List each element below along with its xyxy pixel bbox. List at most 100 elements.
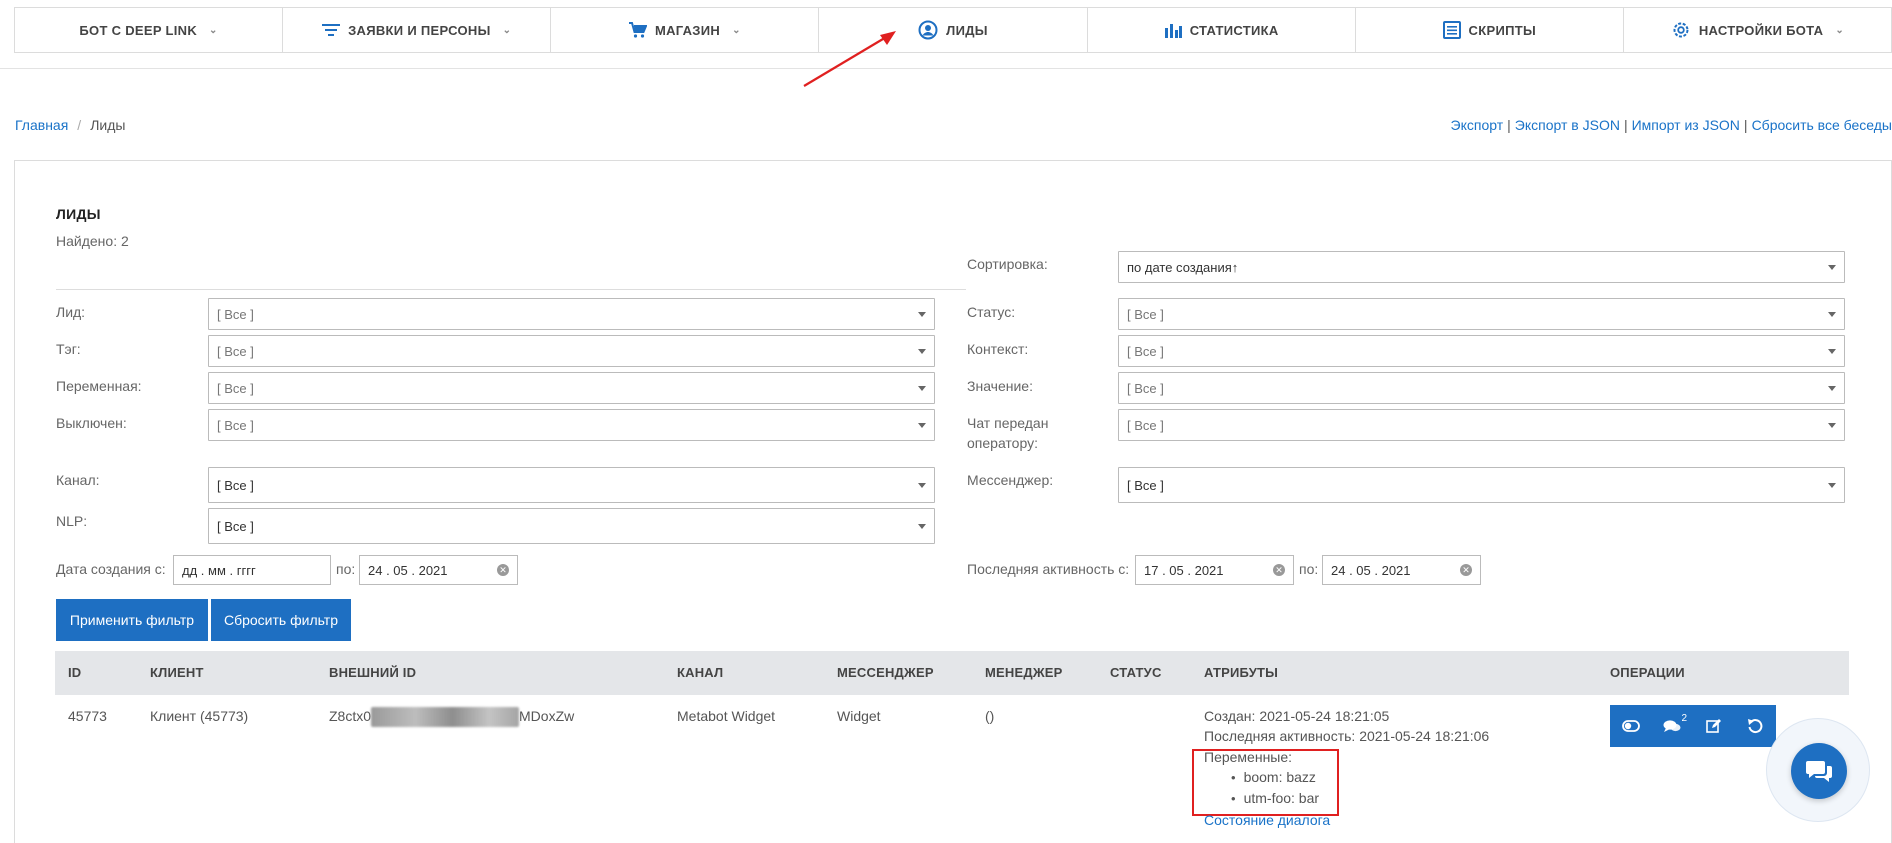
nav-item-label: ЛИДЫ <box>946 22 988 38</box>
edit-button[interactable] <box>1693 705 1735 747</box>
nlp-select-value: [ Все ] <box>217 518 254 534</box>
activity-to-input[interactable]: 24 . 05 . 2021 ✕ <box>1322 555 1481 585</box>
chevron-down-icon: ⌄ <box>209 24 218 36</box>
clear-date-icon[interactable]: ✕ <box>1273 564 1285 576</box>
channel-label: Канал: <box>56 472 100 488</box>
tag-label: Тэг: <box>56 341 81 357</box>
created-from-value: дд . мм . гггг <box>182 562 256 578</box>
disabled-label: Выключен: <box>56 415 127 431</box>
chat-widget-button[interactable] <box>1791 743 1847 799</box>
operator-label-line1: Чат передан <box>967 415 1049 431</box>
clear-date-icon[interactable]: ✕ <box>497 564 509 576</box>
row-operations: 2 <box>1610 705 1776 747</box>
status-label: Статус: <box>967 304 1016 320</box>
caret-down-icon <box>918 483 926 488</box>
col-header-external-id[interactable]: ВНЕШНИЙ ID <box>329 651 416 695</box>
nav-item-label: СКРИПТЫ <box>1468 22 1536 38</box>
toggle-button[interactable] <box>1610 705 1652 747</box>
dialog-state-link[interactable]: Состояние диалога <box>1204 812 1330 828</box>
operator-select-value: [ Все ] <box>1127 417 1164 433</box>
sort-select[interactable]: по дате создания↑ <box>1118 251 1845 283</box>
bar-chart-icon <box>1164 24 1182 38</box>
cell-channel: Metabot Widget <box>677 708 776 724</box>
activity-to-value: 24 . 05 . 2021 <box>1331 562 1411 578</box>
lead-select[interactable]: [ Все ] <box>208 298 935 330</box>
col-header-operations: ОПЕРАЦИИ <box>1610 665 1685 680</box>
action-links: Экспорт | Экспорт в JSON | Импорт из JSON | Сб… <box>1451 117 1892 133</box>
nav-item-scripts[interactable]: СКРИПТЫ <box>1356 8 1624 52</box>
apply-filter-button[interactable]: Применить фильтр <box>56 599 208 641</box>
caret-down-icon <box>1828 312 1836 317</box>
col-header-channel[interactable]: КАНАЛ <box>677 651 723 695</box>
context-select[interactable]: [ Все ] <box>1118 335 1845 367</box>
gear-icon <box>1673 22 1689 38</box>
value-select-value: [ Все ] <box>1127 380 1164 396</box>
channel-select[interactable]: [ Все ] <box>208 467 935 503</box>
comments-button[interactable]: 2 <box>1652 705 1694 747</box>
messenger-label: Мессенджер: <box>967 472 1054 488</box>
caret-down-icon <box>918 423 926 428</box>
comments-icon <box>1663 720 1681 732</box>
disabled-select-value: [ Все ] <box>217 417 254 433</box>
export-link[interactable]: Экспорт <box>1451 117 1504 133</box>
nav-item-label: НАСТРОЙКИ БОТА <box>1698 22 1824 38</box>
col-header-manager[interactable]: МЕНЕДЖЕР <box>985 651 1063 695</box>
nav-item-deep-link-bot[interactable]: БОТ С DEEP LINK ⌄ <box>15 8 284 52</box>
col-header-id[interactable]: ID <box>68 651 81 695</box>
nav-item-statistics[interactable]: СТАТИСТИКА <box>1088 8 1356 52</box>
nav-item-label: ЗАЯВКИ И ПЕРСОНЫ <box>348 22 491 38</box>
status-select[interactable]: [ Все ] <box>1118 298 1845 330</box>
status-select-value: [ Все ] <box>1127 306 1164 322</box>
nav-item-requests-personas[interactable]: ЗАЯВКИ И ПЕРСОНЫ ⌄ <box>283 8 552 52</box>
caret-down-icon <box>1828 386 1836 391</box>
reset-filter-button[interactable]: Сбросить фильтр <box>211 599 351 641</box>
edit-icon <box>1705 719 1721 733</box>
redacted-blur <box>371 707 520 728</box>
undo-icon <box>1748 719 1763 734</box>
created-to-value: 24 . 05 . 2021 <box>368 562 448 578</box>
activity-from-input[interactable]: 17 . 05 . 2021 ✕ <box>1135 555 1294 585</box>
annotation-arrow-icon <box>803 31 896 87</box>
breadcrumb-home-link[interactable]: Главная <box>15 117 68 133</box>
tag-select-value: [ Все ] <box>217 343 254 359</box>
variable-select-value: [ Все ] <box>217 380 254 396</box>
caret-down-icon <box>1828 265 1836 270</box>
disabled-select[interactable]: [ Все ] <box>208 409 935 441</box>
messenger-select[interactable]: [ Все ] <box>1118 467 1845 503</box>
operator-label-line2: оператору: <box>967 435 1038 451</box>
cell-manager: () <box>985 708 995 724</box>
created-to-label: по: <box>336 561 356 577</box>
reset-all-chats-link[interactable]: Сбросить все беседы <box>1752 117 1892 133</box>
created-from-input[interactable]: дд . мм . гггг <box>173 555 331 585</box>
created-to-input[interactable]: 24 . 05 . 2021 ✕ <box>359 555 518 585</box>
export-json-link[interactable]: Экспорт в JSON <box>1515 117 1620 133</box>
col-header-messenger[interactable]: МЕССЕНДЖЕР <box>837 651 934 695</box>
nav-item-label: СТАТИСТИКА <box>1189 22 1279 38</box>
col-header-client[interactable]: КЛИЕНТ <box>150 651 204 695</box>
nav-item-bot-settings[interactable]: НАСТРОЙКИ БОТА ⌄ <box>1624 8 1891 52</box>
reset-button[interactable] <box>1735 705 1777 747</box>
operator-select[interactable]: [ Все ] <box>1118 409 1845 441</box>
messenger-select-value: [ Все ] <box>1127 477 1164 493</box>
attr-last-activity: Последняя активность: 2021-05-24 18:21:0… <box>1204 728 1490 744</box>
document-icon <box>1442 21 1461 39</box>
clear-date-icon[interactable]: ✕ <box>1460 564 1472 576</box>
variable-select[interactable]: [ Все ] <box>208 372 935 404</box>
nlp-select[interactable]: [ Все ] <box>208 508 935 544</box>
breadcrumb-separator: / <box>77 117 82 133</box>
tag-select[interactable]: [ Все ] <box>208 335 935 367</box>
found-count: Найдено: 2 <box>56 233 129 249</box>
caret-down-icon <box>1828 483 1836 488</box>
cell-client[interactable]: Клиент (45773) <box>150 706 248 726</box>
value-select[interactable]: [ Все ] <box>1118 372 1845 404</box>
chat-bubbles-icon <box>1806 761 1832 782</box>
import-json-link[interactable]: Импорт из JSON <box>1632 117 1740 133</box>
comments-count: 2 <box>1681 713 1687 724</box>
context-select-value: [ Все ] <box>1127 343 1164 359</box>
caret-down-icon <box>918 312 926 317</box>
caret-down-icon <box>918 524 926 529</box>
nav-item-shop[interactable]: МАГАЗИН ⌄ <box>551 8 820 52</box>
col-header-status[interactable]: СТАТУС <box>1110 651 1162 695</box>
caret-down-icon <box>918 386 926 391</box>
activity-from-label: Последняя активность с: <box>967 561 1130 577</box>
